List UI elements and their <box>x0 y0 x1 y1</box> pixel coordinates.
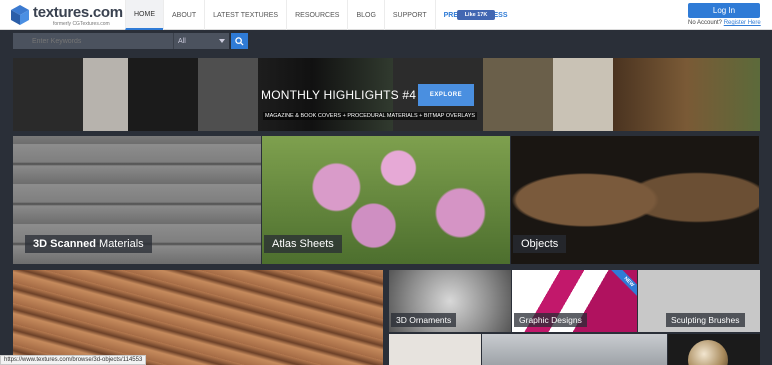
tile-preview[interactable] <box>668 334 760 365</box>
sphere-preview <box>688 340 728 365</box>
banner-image-strip <box>13 58 83 131</box>
nav-blog[interactable]: BLOG <box>347 0 383 30</box>
banner-image-strip <box>483 58 553 131</box>
no-account-text: No Account? <box>688 20 723 26</box>
facebook-like-button[interactable]: Like 17K <box>457 10 495 20</box>
nav-home[interactable]: HOME <box>125 0 163 30</box>
banner-title: MONTHLY HIGHLIGHTS #4 <box>261 88 417 102</box>
facebook-like-label: Like 17K <box>464 12 488 18</box>
nav-resources[interactable]: RESOURCES <box>286 0 347 30</box>
site-logo[interactable]: textures.com formerly CGTextures.com <box>10 3 123 28</box>
tile-label: Graphic Designs <box>514 313 587 327</box>
nav-support[interactable]: SUPPORT <box>383 0 435 30</box>
search-icon <box>235 36 244 46</box>
banner-image-strip <box>553 58 613 131</box>
tile-label: Atlas Sheets <box>264 235 342 253</box>
tile-atlas-sheets[interactable]: Atlas Sheets <box>262 136 510 264</box>
login-button[interactable]: Log In <box>688 3 760 18</box>
logo-subtitle: formerly CGTextures.com <box>53 21 110 27</box>
chevron-down-icon <box>219 39 225 43</box>
tile-label-bold: 3D Scanned <box>33 238 96 250</box>
register-prompt: No Account? Register Here <box>688 20 761 26</box>
top-header: textures.com formerly CGTextures.com HOM… <box>0 0 772 30</box>
tile-preview[interactable] <box>389 334 481 365</box>
banner-image-strip <box>613 58 760 131</box>
tile-label-rest: Materials <box>99 238 144 250</box>
tile-label: 3D Ornaments <box>391 313 457 327</box>
tile-3d-scanned-materials[interactable]: 3D Scanned Materials <box>13 136 261 264</box>
new-badge: NEW <box>610 270 637 301</box>
logo-text: textures.com <box>33 4 123 21</box>
tile-wicker-texture[interactable] <box>13 270 383 365</box>
tile-objects[interactable]: Objects <box>511 136 759 264</box>
tile-label: Sculpting Brushes <box>666 313 745 327</box>
banner-image-strip <box>128 58 198 131</box>
banner-image-strip <box>198 58 258 131</box>
explore-button[interactable]: EXPLORE <box>418 84 474 106</box>
status-bar-url: https://www.textures.com/browse/3d-objec… <box>0 355 147 365</box>
search-button[interactable] <box>231 33 248 49</box>
search-bar: All <box>0 30 772 58</box>
search-input[interactable] <box>13 33 173 49</box>
tile-graphic-designs[interactable]: NEW Graphic Designs <box>512 270 637 332</box>
category-select-value: All <box>178 37 186 45</box>
category-select[interactable]: All <box>173 33 229 49</box>
tile-label: Objects <box>513 235 567 253</box>
tile-sculpting-brushes[interactable]: Sculpting Brushes <box>638 270 760 332</box>
tile-label: 3D Scanned Materials <box>25 235 152 253</box>
tile-preview[interactable] <box>482 334 667 365</box>
banner-subtitle: MAGAZINE & BOOK COVERS + PROCEDURAL MATE… <box>263 112 478 120</box>
nav-about[interactable]: ABOUT <box>163 0 204 30</box>
nav-latest-textures[interactable]: LATEST TEXTURES <box>204 0 286 30</box>
register-link[interactable]: Register Here <box>724 20 761 26</box>
tile-3d-ornaments[interactable]: 3D Ornaments <box>389 270 511 332</box>
cube-logo-icon <box>11 5 29 25</box>
banner-image-strip <box>83 58 128 131</box>
